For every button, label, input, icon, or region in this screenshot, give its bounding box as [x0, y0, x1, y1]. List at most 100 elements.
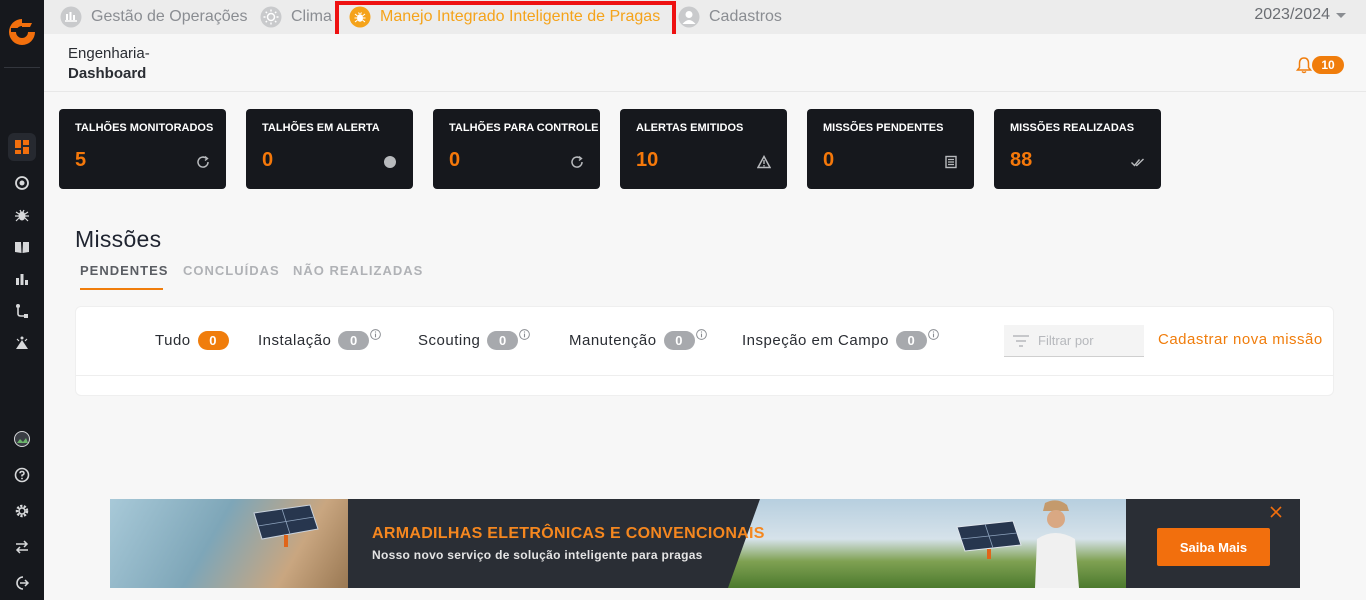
sidebar-item-reports[interactable]: [8, 265, 36, 293]
sidebar-item-library[interactable]: [8, 233, 36, 261]
season-label: 2023/2024: [1254, 6, 1330, 23]
sidebar-item-settings[interactable]: [8, 497, 36, 525]
gear-icon: [15, 504, 29, 518]
double-check-icon: [1131, 158, 1144, 167]
nav-label: Clima: [291, 8, 332, 25]
breadcrumb-organization[interactable]: Engenharia-: [68, 45, 150, 62]
tab-not-completed[interactable]: NÃO REALIZADAS: [293, 263, 423, 278]
card-title: MISSÕES REALIZADAS: [1010, 122, 1135, 134]
sidebar-divider: [4, 67, 40, 68]
book-icon: [15, 242, 29, 253]
filter-lines-icon: [1013, 334, 1029, 347]
banner-text-panel: [348, 499, 788, 588]
card-value: 10: [636, 149, 659, 171]
bell-icon[interactable]: [1296, 56, 1312, 74]
nav-item-operations[interactable]: Gestão de Operações: [60, 4, 248, 30]
active-tab-indicator: [80, 288, 163, 290]
chevron-down-icon: [1336, 12, 1346, 18]
filter-count-badge: 0: [338, 331, 370, 350]
filter-count-badge: 0: [663, 331, 695, 350]
route-icon: [16, 304, 28, 318]
learn-more-button[interactable]: Saiba Mais: [1157, 528, 1270, 566]
filter-label: Manutenção: [569, 332, 657, 349]
help-icon: [14, 467, 30, 483]
card-title: TALHÕES MONITORADOS: [75, 122, 214, 134]
card-value: 5: [75, 149, 87, 171]
filter-scouting[interactable]: Scouting 0: [418, 329, 531, 350]
banner-title: ARMADILHAS ELETRÔNICAS E CONVENCIONAIS: [372, 525, 765, 542]
card-title: TALHÕES EM ALERTA: [262, 122, 380, 134]
info-icon[interactable]: [370, 329, 382, 340]
notification-badge[interactable]: 10: [1312, 56, 1344, 74]
banner-subtitle: Nosso novo serviço de solução inteligent…: [372, 548, 703, 562]
filter-maintenance[interactable]: Manutenção 0: [569, 329, 707, 350]
card-value: 0: [823, 149, 835, 171]
tab-completed[interactable]: CONCLUÍDAS: [183, 263, 280, 278]
filter-all[interactable]: Tudo 0: [155, 331, 229, 350]
card-title: TALHÕES PARA CONTROLE: [449, 122, 599, 134]
filter-label: Instalação: [258, 332, 332, 349]
filter-field-inspection[interactable]: Inspeção em Campo 0: [742, 329, 939, 350]
info-icon[interactable]: [928, 329, 939, 340]
sidebar-item-switch[interactable]: [8, 533, 36, 561]
refresh-icon: [197, 155, 209, 168]
radar-icon: [15, 176, 29, 190]
top-navigation: Gestão de Operações Clima Manejo Integra…: [44, 0, 1366, 34]
close-icon[interactable]: [1270, 506, 1282, 518]
banner-photo-trap: [110, 499, 370, 588]
bar-chart-icon: [16, 274, 28, 285]
filter-search-field[interactable]: [1004, 325, 1144, 357]
filter-label: Inspeção em Campo: [742, 332, 889, 349]
nav-label: Cadastros: [709, 8, 782, 25]
missions-panel: Tudo 0 Instalação 0 Scouting 0 Manutençã…: [75, 306, 1334, 396]
user-icon: [678, 6, 700, 28]
technician-figure: [1035, 500, 1079, 588]
filter-label: Tudo: [155, 332, 191, 349]
sidebar-item-pests[interactable]: [8, 201, 36, 229]
tab-pending[interactable]: PENDENTES: [80, 263, 168, 278]
missions-title: Missões: [75, 226, 162, 252]
season-selector[interactable]: 2023/2024: [1254, 6, 1346, 24]
refresh-icon: [571, 155, 583, 168]
stat-card-alerts-issued[interactable]: ALERTAS EMITIDOS 10: [620, 109, 787, 189]
page-header: Engenharia- Dashboard 10: [44, 34, 1366, 92]
stat-card-control-plots[interactable]: TALHÕES PARA CONTROLE 0: [433, 109, 600, 189]
nav-item-climate[interactable]: Clima: [260, 4, 332, 30]
card-title: ALERTAS EMITIDOS: [636, 122, 744, 134]
nav-label: Gestão de Operações: [91, 8, 248, 25]
filter-label: Scouting: [418, 332, 481, 349]
sidebar-item-help[interactable]: [8, 461, 36, 489]
stat-card-completed-missions[interactable]: MISSÕES REALIZADAS 88: [994, 109, 1161, 189]
page-title: Dashboard: [68, 65, 147, 82]
card-value: 0: [449, 149, 461, 171]
filter-input[interactable]: [1038, 333, 1138, 348]
card-value: 0: [262, 149, 274, 171]
dashboard-icon: [15, 140, 29, 154]
sidebar-item-logout[interactable]: [8, 569, 36, 597]
sidebar-item-dashboard[interactable]: [8, 133, 36, 161]
swap-icon: [15, 540, 29, 554]
stat-card-pending-missions[interactable]: MISSÕES PENDENTES 0: [807, 109, 974, 189]
promo-banner: ARMADILHAS ELETRÔNICAS E CONVENCIONAIS N…: [110, 499, 1300, 588]
filter-installation[interactable]: Instalação 0: [258, 329, 382, 350]
sidebar-item-traps[interactable]: [8, 329, 36, 357]
info-icon[interactable]: [695, 329, 707, 340]
trap-icon: [16, 336, 28, 349]
nav-item-registrations[interactable]: Cadastros: [678, 4, 782, 30]
sidebar-item-monitoring[interactable]: [8, 169, 36, 197]
bug-icon: [15, 209, 29, 222]
sidebar-item-profile[interactable]: [8, 425, 36, 453]
avatar-icon: [14, 431, 30, 447]
stat-card-alert-plots[interactable]: TALHÕES EM ALERTA 0: [246, 109, 413, 189]
stat-card-monitored-plots[interactable]: TALHÕES MONITORADOS 5: [59, 109, 226, 189]
solar-panel-icon: [253, 504, 319, 547]
filter-count-badge: 0: [487, 331, 519, 350]
company-logo-icon[interactable]: [6, 16, 38, 48]
sidebar-item-routes[interactable]: [8, 297, 36, 325]
list-icon: [945, 155, 957, 169]
chart-hand-icon: [60, 6, 82, 28]
info-icon[interactable]: [519, 329, 531, 340]
new-mission-link[interactable]: Cadastrar nova missão: [1158, 331, 1323, 348]
card-title: MISSÕES PENDENTES: [823, 122, 944, 134]
logout-icon: [16, 576, 30, 590]
